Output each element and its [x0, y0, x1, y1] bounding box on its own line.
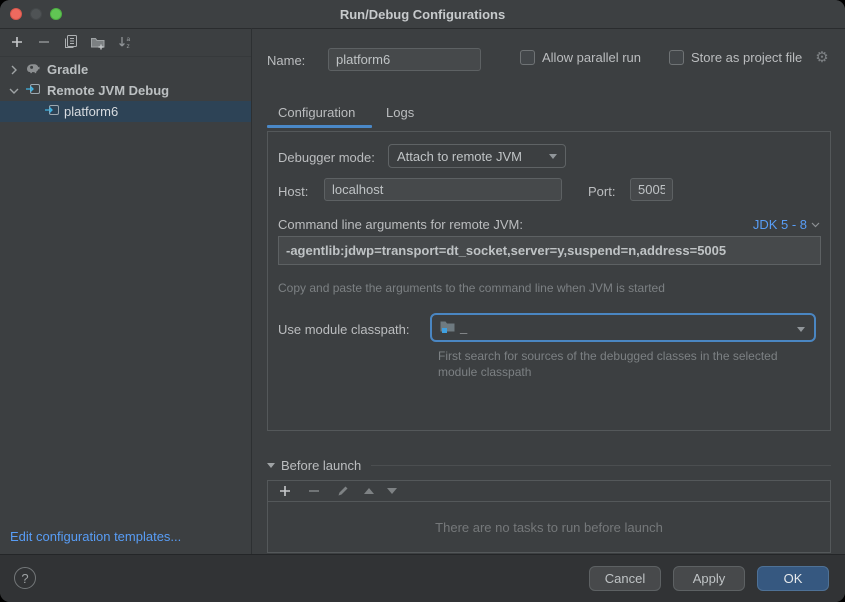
port-input[interactable]	[630, 178, 673, 201]
close-window-button[interactable]	[10, 8, 22, 20]
cmdline-hint: Copy and paste the arguments to the comm…	[278, 280, 665, 296]
apply-button[interactable]: Apply	[673, 566, 745, 591]
title-bar: Run/Debug Configurations	[0, 0, 845, 29]
text-caret: _	[460, 320, 467, 335]
new-folder-icon[interactable]	[90, 34, 106, 50]
configuration-editor: Name: Allow parallel run Store as projec…	[253, 28, 845, 555]
remote-jvm-debug-icon	[25, 81, 41, 100]
remove-task-icon[interactable]	[306, 483, 322, 499]
tree-item-gradle[interactable]: Gradle	[0, 59, 251, 80]
debugger-mode-select[interactable]: Attach to remote JVM	[388, 144, 566, 168]
dialog-buttons: Cancel Apply OK	[589, 566, 829, 591]
allow-parallel-run-checkbox[interactable]: Allow parallel run	[520, 50, 641, 65]
configurations-tree: Gradle Remote JVM Debug	[0, 57, 251, 122]
module-classpath-hint: First search for sources of the debugged…	[438, 348, 788, 380]
dialog-footer: ? Cancel Apply OK	[0, 554, 845, 602]
dropdown-arrow-icon	[549, 154, 557, 159]
jdk-version-value: JDK 5 - 8	[753, 217, 807, 232]
cancel-button[interactable]: Cancel	[589, 566, 661, 591]
gear-icon[interactable]: ⚙	[815, 50, 828, 65]
move-up-icon[interactable]	[364, 488, 374, 494]
port-label: Port:	[588, 184, 615, 199]
sidebar-toolbar: a z	[0, 28, 251, 57]
configurations-sidebar: a z Gradle	[0, 28, 252, 555]
tab-logs[interactable]: Logs	[386, 105, 414, 120]
store-as-project-file-checkbox[interactable]: Store as project file ⚙	[669, 50, 829, 65]
checkbox-icon	[520, 50, 535, 65]
tree-item-label: Remote JVM Debug	[47, 83, 169, 98]
store-as-project-file-label: Store as project file	[691, 50, 802, 65]
collapse-arrow-icon[interactable]	[267, 463, 275, 468]
before-launch-toolbar	[267, 480, 831, 502]
dialog-title: Run/Debug Configurations	[340, 7, 505, 22]
jdk-version-selector[interactable]: JDK 5 - 8	[753, 217, 820, 232]
active-tab-indicator	[267, 125, 372, 128]
cmdline-arguments-input[interactable]	[278, 236, 821, 265]
configuration-tab-panel: Debugger mode: Attach to remote JVM Host…	[267, 131, 831, 431]
tree-item-platform6[interactable]: platform6	[0, 101, 251, 122]
module-classpath-label: Use module classpath:	[278, 322, 410, 337]
debugger-mode-label: Debugger mode:	[278, 150, 375, 165]
checkbox-icon	[669, 50, 684, 65]
name-label: Name:	[267, 53, 305, 68]
before-launch-section-header[interactable]: Before launch	[267, 458, 831, 473]
host-label: Host:	[278, 184, 308, 199]
name-input[interactable]	[328, 48, 481, 71]
window-controls	[10, 8, 62, 20]
module-classpath-combobox[interactable]: _	[430, 313, 816, 342]
remote-jvm-debug-icon	[44, 102, 60, 121]
svg-text:z: z	[127, 43, 130, 50]
run-debug-configurations-dialog: Run/Debug Configurations	[0, 0, 845, 602]
allow-parallel-run-label: Allow parallel run	[542, 50, 641, 65]
move-down-icon[interactable]	[387, 488, 397, 494]
before-launch-empty-panel: There are no tasks to run before launch	[267, 502, 831, 553]
copy-configuration-icon[interactable]	[63, 34, 79, 50]
ok-button[interactable]: OK	[757, 566, 829, 591]
remove-configuration-icon[interactable]	[36, 34, 52, 50]
tab-configuration[interactable]: Configuration	[278, 105, 355, 120]
dropdown-arrow-icon	[797, 327, 805, 332]
cmdline-arguments-label: Command line arguments for remote JVM:	[278, 217, 523, 232]
debugger-mode-value: Attach to remote JVM	[397, 149, 522, 164]
edit-task-icon[interactable]	[335, 483, 351, 499]
add-configuration-icon[interactable]	[9, 34, 25, 50]
chevron-right-icon[interactable]	[9, 62, 19, 78]
before-launch-empty-text: There are no tasks to run before launch	[435, 520, 663, 535]
gradle-icon	[25, 60, 41, 79]
help-button[interactable]: ?	[14, 567, 36, 589]
module-folder-icon	[439, 319, 456, 337]
minimize-window-button	[30, 8, 42, 20]
tree-item-label: Gradle	[47, 62, 88, 77]
svg-text:a: a	[127, 36, 131, 43]
before-launch-title: Before launch	[281, 458, 361, 473]
sort-alphabetically-icon[interactable]: a z	[117, 34, 133, 50]
host-input[interactable]	[324, 178, 562, 201]
zoom-window-button[interactable]	[50, 8, 62, 20]
chevron-down-icon	[811, 222, 820, 228]
edit-configuration-templates-link[interactable]: Edit configuration templates...	[10, 529, 181, 544]
tree-item-remote-jvm-debug[interactable]: Remote JVM Debug	[0, 80, 251, 101]
chevron-down-icon[interactable]	[9, 83, 19, 99]
tree-item-label: platform6	[64, 104, 118, 119]
section-divider	[371, 465, 831, 466]
add-task-icon[interactable]	[277, 483, 293, 499]
